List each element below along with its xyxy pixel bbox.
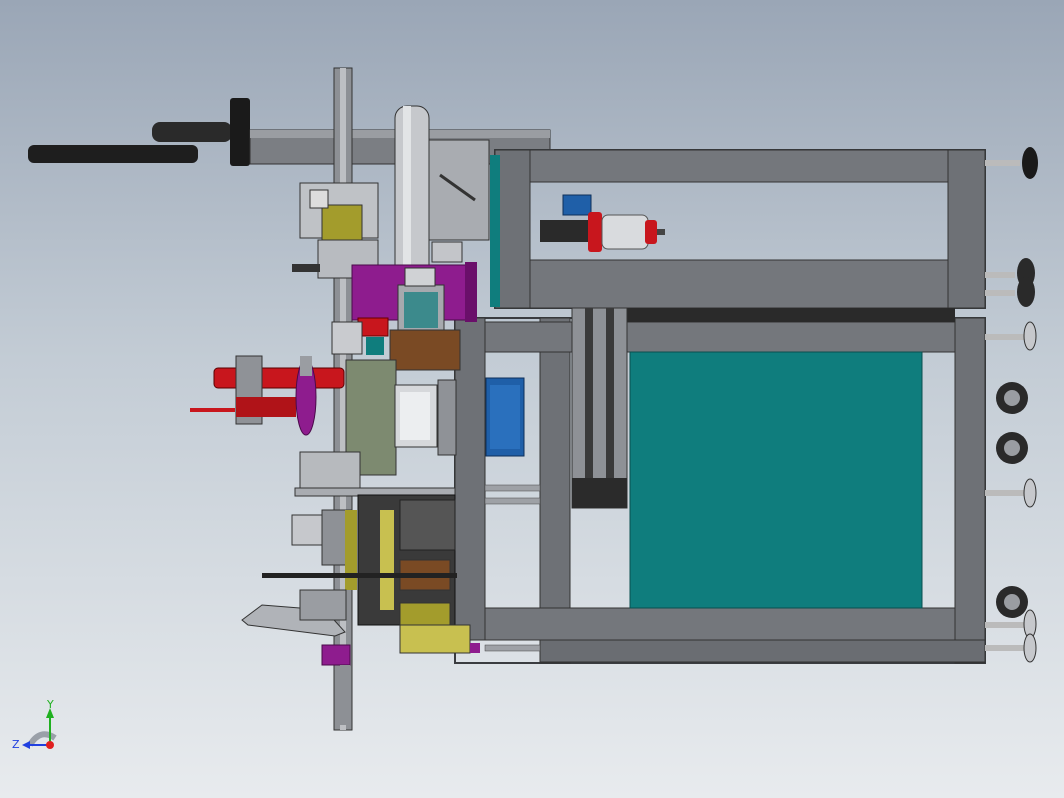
z-axis-label: Z bbox=[12, 738, 20, 751]
center-plate bbox=[345, 359, 457, 476]
lower-mechanism bbox=[262, 451, 457, 626]
air-filter-regulator bbox=[540, 194, 665, 252]
z-axis-arrow bbox=[22, 741, 30, 749]
y-axis-label: Y bbox=[46, 698, 54, 711]
blue-motor bbox=[485, 377, 525, 457]
cad-viewport[interactable]: Y Z bbox=[0, 0, 1064, 798]
machine-assembly-drawing: Y Z bbox=[12, 67, 1038, 751]
upper-mechanism bbox=[292, 182, 379, 279]
axis-triad[interactable]: Y Z bbox=[12, 698, 57, 751]
red-roller bbox=[190, 355, 345, 436]
x-axis-dot bbox=[46, 741, 54, 749]
linear-module bbox=[571, 307, 628, 509]
caster-wheels bbox=[996, 382, 1028, 618]
